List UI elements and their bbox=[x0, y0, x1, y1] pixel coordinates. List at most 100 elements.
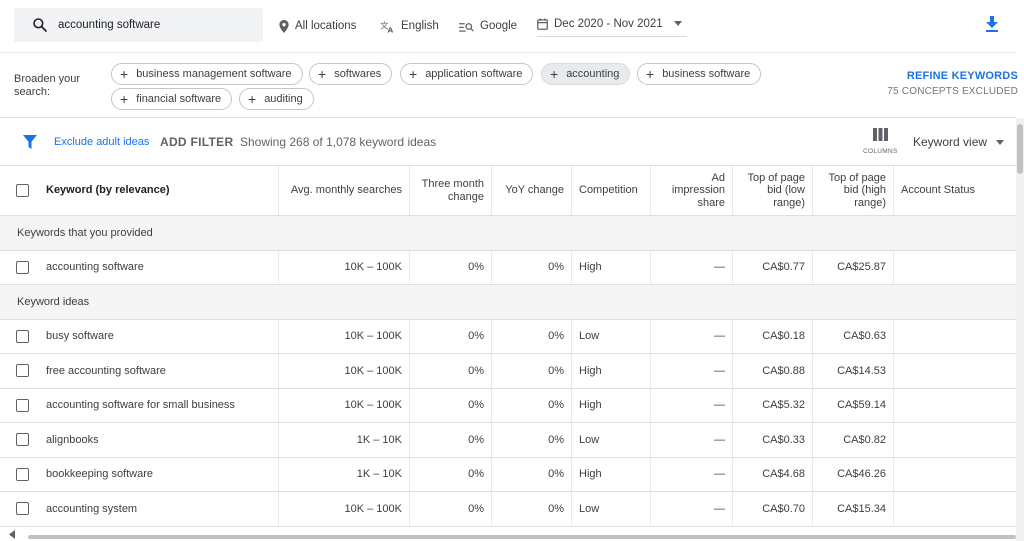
scrollbar-thumb[interactable] bbox=[1017, 124, 1023, 174]
cell-value: accounting software for small business bbox=[46, 399, 235, 412]
exclude-adult-ideas-filter[interactable]: Exclude adult ideas bbox=[54, 136, 149, 148]
chevron-down-icon bbox=[674, 21, 682, 26]
cell-account-status bbox=[894, 492, 1016, 526]
cell-value: Low bbox=[579, 502, 600, 515]
cell-yoy-change: 0% bbox=[492, 388, 572, 422]
chip-label: auditing bbox=[264, 93, 303, 105]
cell-keyword: alignbooks bbox=[0, 423, 279, 457]
svg-text:A: A bbox=[388, 25, 394, 32]
chip-accounting[interactable]: + accounting bbox=[541, 63, 631, 85]
cell-value: 0% bbox=[468, 468, 484, 481]
header-competition[interactable]: Competition bbox=[572, 166, 651, 215]
header-label: Three month change bbox=[421, 178, 484, 203]
header-label: Top of page bid (high range) bbox=[828, 171, 887, 209]
plus-icon: + bbox=[646, 66, 655, 82]
header-avg-monthly-searches[interactable]: Avg. monthly searches bbox=[279, 166, 410, 215]
cell-ad-impression-share: — bbox=[651, 319, 733, 353]
header-bid-high[interactable]: Top of page bid (high range) bbox=[813, 166, 894, 215]
table-row[interactable]: free accounting software 10K – 100K 0% 0% Hi… bbox=[0, 354, 1016, 389]
network-selector[interactable]: Google bbox=[459, 17, 517, 35]
language-selector[interactable]: 文A English bbox=[380, 17, 439, 35]
cell-account-status bbox=[894, 389, 1016, 423]
cell-value: 0% bbox=[468, 433, 484, 446]
columns-button[interactable]: COLUMNS bbox=[863, 128, 897, 155]
scrollbar-thumb[interactable] bbox=[28, 535, 1016, 539]
chip-softwares[interactable]: + softwares bbox=[309, 63, 393, 85]
row-checkbox[interactable] bbox=[16, 467, 29, 481]
chip-business-management-software[interactable]: + business management software bbox=[111, 63, 303, 85]
plus-icon: + bbox=[550, 66, 559, 82]
table-row[interactable]: accounting software 10K – 100K 0% 0% High — CA… bbox=[0, 250, 1016, 285]
cell-competition: Low bbox=[572, 319, 651, 353]
keyword-view-selector[interactable]: Keyword view bbox=[913, 135, 1005, 149]
location-selector[interactable]: All locations bbox=[279, 17, 356, 35]
cell-ad-impression-share: — bbox=[651, 354, 733, 388]
cell-value: High bbox=[579, 364, 602, 377]
search-input[interactable] bbox=[58, 16, 258, 34]
table-row[interactable]: busy software 10K – 100K 0% 0% Low — CA$0.18 CA… bbox=[0, 319, 1016, 354]
cell-competition: High bbox=[572, 354, 651, 388]
row-checkbox[interactable] bbox=[16, 329, 29, 343]
cell-keyword: free accounting software bbox=[0, 354, 279, 388]
header-account-status[interactable]: Account Status bbox=[894, 166, 1016, 215]
cell-value: High bbox=[579, 261, 602, 274]
horizontal-scrollbar[interactable] bbox=[0, 528, 1016, 541]
scroll-left-button[interactable] bbox=[0, 528, 28, 541]
table-row[interactable]: bookkeeping software 1K – 10K 0% 0% High — CA$… bbox=[0, 457, 1016, 492]
cell-value: free accounting software bbox=[46, 364, 166, 377]
row-checkbox[interactable] bbox=[16, 433, 29, 447]
row-checkbox[interactable] bbox=[16, 260, 29, 274]
header-keyword[interactable]: Keyword (by relevance) bbox=[0, 166, 279, 215]
cell-competition: Low bbox=[572, 492, 651, 526]
cell-bid-high: CA$0.63 bbox=[813, 319, 894, 353]
cell-value: CA$0.88 bbox=[762, 364, 805, 377]
cell-account-status bbox=[894, 251, 1016, 285]
row-checkbox[interactable] bbox=[16, 398, 29, 412]
cell-value: Low bbox=[579, 330, 600, 343]
header-three-month-change[interactable]: Three month change bbox=[410, 166, 492, 215]
cell-value: CA$14.53 bbox=[837, 364, 886, 377]
header-bid-low[interactable]: Top of page bid (low range) bbox=[733, 166, 813, 215]
translate-icon: 文A bbox=[380, 20, 394, 33]
cell-value: accounting system bbox=[46, 502, 138, 515]
cell-ad-impression-share: — bbox=[651, 457, 733, 491]
header-ad-impression-share[interactable]: Ad impression share bbox=[651, 166, 733, 215]
table-row[interactable]: alignbooks 1K – 10K 0% 0% Low — CA$0.33 CA$0.82 bbox=[0, 423, 1016, 458]
cell-value: 10K – 100K bbox=[344, 364, 403, 377]
vertical-scrollbar[interactable] bbox=[1016, 118, 1024, 541]
cell-value: 0% bbox=[548, 364, 564, 377]
download-icon[interactable] bbox=[985, 16, 999, 32]
chip-financial-software[interactable]: + financial software bbox=[111, 88, 233, 110]
select-all-checkbox[interactable] bbox=[16, 184, 29, 197]
row-checkbox[interactable] bbox=[16, 364, 29, 378]
cell-ad-impression-share: — bbox=[651, 250, 733, 284]
cell-bid-high: CA$15.34 bbox=[813, 492, 894, 526]
header-yoy-change[interactable]: YoY change bbox=[492, 166, 572, 215]
table-row[interactable]: accounting software for small business 10… bbox=[0, 388, 1016, 423]
header-label: Account Status bbox=[901, 184, 975, 197]
cell-value: — bbox=[714, 261, 725, 274]
cell-bid-high: CA$59.14 bbox=[813, 388, 894, 422]
row-checkbox[interactable] bbox=[16, 502, 29, 516]
chip-application-software[interactable]: + application software bbox=[400, 63, 534, 85]
cell-account-status bbox=[894, 458, 1016, 492]
chip-auditing[interactable]: + auditing bbox=[239, 88, 314, 110]
cell-competition: High bbox=[572, 457, 651, 491]
search-box[interactable] bbox=[14, 8, 263, 42]
cell-bid-low: CA$0.88 bbox=[733, 354, 813, 388]
cell-bid-low: CA$4.68 bbox=[733, 457, 813, 491]
results-count: Showing 268 of 1,078 keyword ideas bbox=[240, 135, 437, 149]
filter-icon[interactable] bbox=[23, 135, 37, 149]
header-label: Avg. monthly searches bbox=[290, 184, 402, 197]
cell-three-month-change: 0% bbox=[410, 354, 492, 388]
refine-keywords-button[interactable]: REFINE KEYWORDS bbox=[907, 70, 1018, 82]
table-row[interactable]: accounting system 10K – 100K 0% 0% Low — CA$0.… bbox=[0, 492, 1016, 527]
cell-account-status bbox=[894, 354, 1016, 388]
cell-yoy-change: 0% bbox=[492, 354, 572, 388]
cell-value: CA$25.87 bbox=[837, 261, 886, 274]
add-filter-button[interactable]: ADD FILTER bbox=[160, 135, 233, 149]
date-range-selector[interactable]: Dec 2020 - Nov 2021 bbox=[537, 15, 687, 37]
chip-business-software[interactable]: + business software bbox=[637, 63, 762, 85]
cell-yoy-change: 0% bbox=[492, 423, 572, 457]
language-label: English bbox=[401, 20, 439, 32]
